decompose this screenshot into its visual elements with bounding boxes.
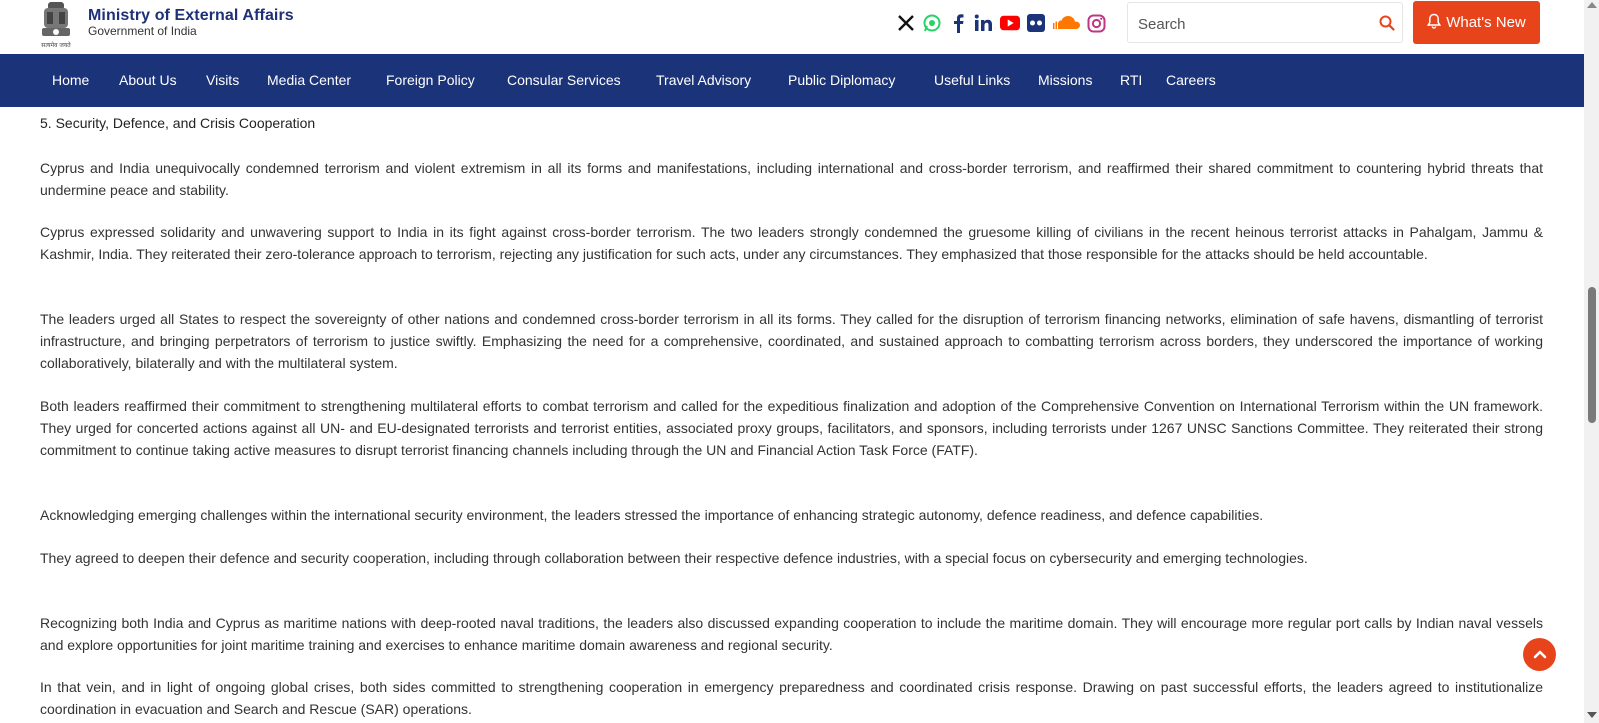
nav-item-missions[interactable]: Missions bbox=[1038, 54, 1092, 107]
instagram-icon[interactable] bbox=[1086, 13, 1106, 33]
nav-item-public-diplomacy[interactable]: Public Diplomacy bbox=[788, 54, 895, 107]
scroll-to-top-button[interactable] bbox=[1523, 638, 1556, 671]
facebook-icon[interactable] bbox=[948, 13, 968, 33]
nav-item-media-center[interactable]: Media Center bbox=[267, 54, 351, 107]
x-icon[interactable] bbox=[896, 13, 916, 33]
nav-item-visits[interactable]: Visits bbox=[206, 54, 239, 107]
nav-item-consular-services[interactable]: Consular Services bbox=[507, 54, 621, 107]
search-box[interactable] bbox=[1127, 2, 1403, 43]
nav-item-about-us[interactable]: About Us bbox=[119, 54, 177, 107]
whats-new-label: What's New bbox=[1446, 14, 1526, 31]
social-links bbox=[896, 11, 1106, 35]
emblem-caption: सत्यमेव जयते bbox=[41, 41, 71, 49]
search-input[interactable] bbox=[1136, 11, 1370, 37]
paragraph: Cyprus expressed solidarity and unwaveri… bbox=[40, 224, 1543, 262]
flickr-icon[interactable] bbox=[1026, 13, 1046, 33]
whats-new-button[interactable]: What's New bbox=[1413, 1, 1540, 44]
section-heading: 5. Security, Defence, and Crisis Coopera… bbox=[40, 115, 316, 131]
paragraph: Cyprus and India unequivocally condemned… bbox=[40, 160, 1543, 198]
national-emblem-logo[interactable]: सत्यमेव जयते bbox=[38, 0, 74, 50]
chevron-up-icon bbox=[1533, 646, 1547, 664]
search-icon[interactable] bbox=[1378, 14, 1396, 32]
scroll-down-arrow-icon[interactable] bbox=[1587, 712, 1597, 718]
nav-item-useful-links[interactable]: Useful Links bbox=[934, 54, 1010, 107]
whatsapp-icon[interactable] bbox=[922, 13, 942, 33]
paragraph: Acknowledging emerging challenges within… bbox=[40, 507, 1264, 523]
site-subtitle: Government of India bbox=[88, 24, 197, 38]
nav-item-travel-advisory[interactable]: Travel Advisory bbox=[656, 54, 751, 107]
paragraph: In that vein, and in light of ongoing gl… bbox=[40, 679, 1543, 717]
nav-item-home[interactable]: Home bbox=[52, 54, 89, 107]
scroll-up-arrow-icon[interactable] bbox=[1587, 2, 1597, 8]
paragraph: Recognizing both India and Cyprus as mar… bbox=[40, 615, 1543, 653]
nav-item-foreign-policy[interactable]: Foreign Policy bbox=[386, 54, 475, 107]
site-title[interactable]: Ministry of External Affairs bbox=[88, 7, 294, 25]
scrollbar-thumb[interactable] bbox=[1588, 287, 1596, 423]
nav-item-rti[interactable]: RTI bbox=[1120, 54, 1142, 107]
nav-item-careers[interactable]: Careers bbox=[1166, 54, 1216, 107]
linkedin-icon[interactable] bbox=[974, 13, 994, 33]
paragraph: They agreed to deepen their defence and … bbox=[40, 550, 1308, 566]
bell-icon bbox=[1427, 13, 1442, 33]
soundcloud-icon[interactable] bbox=[1052, 13, 1080, 33]
paragraph: The leaders urged all States to respect … bbox=[40, 311, 1543, 371]
page-scrollbar[interactable] bbox=[1584, 0, 1599, 723]
main-nav: Home About Us Visits Media Center Foreig… bbox=[0, 54, 1584, 107]
site-header: सत्यमेव जयते Ministry of External Affair… bbox=[0, 0, 1584, 54]
paragraph: Both leaders reaffirmed their commitment… bbox=[40, 398, 1543, 458]
youtube-icon[interactable] bbox=[1000, 13, 1020, 33]
